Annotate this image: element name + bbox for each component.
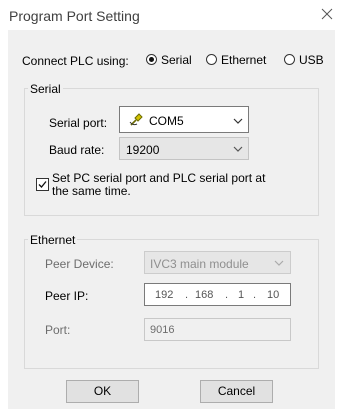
dialog-content: Connect PLC using: Serial Ethernet USB S…	[8, 30, 335, 409]
radio-serial-label: Serial	[161, 53, 192, 67]
ip-dot: .	[253, 289, 257, 301]
ip-octet-2[interactable]: 168	[195, 289, 213, 301]
port-label: Port:	[45, 323, 71, 337]
ok-button[interactable]: OK	[66, 380, 139, 403]
baud-rate-value: 19200	[126, 143, 160, 157]
radio-usb[interactable]: USB	[284, 52, 329, 68]
ip-dot: .	[185, 289, 189, 301]
serial-port-label: Serial port:	[49, 116, 108, 130]
port-value: 9016	[150, 324, 175, 336]
sync-ports-label-line2: the same time.	[52, 184, 131, 198]
serial-port-icon	[129, 113, 143, 126]
sync-ports-label-line1: Set PC serial port and PLC serial port a…	[52, 171, 266, 185]
radio-ethernet-circle[interactable]	[206, 54, 217, 65]
baud-rate-label: Baud rate:	[49, 143, 105, 157]
chevron-down-icon	[233, 146, 243, 152]
window-title: Program Port Setting	[9, 8, 140, 24]
peer-ip-input[interactable]: 192 . 168 . 1 . 10	[144, 283, 291, 306]
radio-ethernet-label: Ethernet	[221, 53, 267, 67]
serial-port-value: COM5	[149, 114, 184, 128]
sync-ports-checkbox[interactable]: Set PC serial port and PLC serial port a…	[36, 171, 306, 201]
peer-ip-label: Peer IP:	[45, 289, 89, 303]
title-bar: Program Port Setting	[0, 0, 343, 30]
ip-octet-4[interactable]: 10	[267, 289, 279, 301]
peer-device-select[interactable]: IVC3 main module	[144, 251, 291, 274]
connect-label: Connect PLC using:	[22, 54, 129, 68]
ip-octet-1[interactable]: 192	[155, 289, 173, 301]
serial-group-title: Serial	[28, 82, 63, 96]
close-icon[interactable]	[317, 4, 337, 24]
radio-usb-circle[interactable]	[284, 54, 295, 65]
ip-dot: .	[225, 289, 229, 301]
ip-octet-3[interactable]: 1	[238, 289, 244, 301]
radio-usb-label: USB	[299, 53, 324, 67]
cancel-button[interactable]: Cancel	[200, 380, 273, 403]
radio-serial[interactable]: Serial	[146, 52, 206, 68]
radio-ethernet[interactable]: Ethernet	[206, 52, 276, 68]
checkmark-icon	[38, 181, 47, 188]
port-input[interactable]: 9016	[144, 318, 291, 341]
ethernet-group-title: Ethernet	[28, 233, 78, 247]
chevron-down-icon	[274, 260, 284, 266]
serial-port-select[interactable]: COM5	[119, 106, 249, 133]
chevron-down-icon	[233, 118, 243, 124]
peer-device-label: Peer Device:	[45, 257, 114, 271]
radio-serial-circle[interactable]	[146, 54, 157, 65]
sync-ports-box[interactable]	[36, 178, 49, 191]
peer-device-value: IVC3 main module	[150, 257, 249, 271]
baud-rate-select[interactable]: 19200	[119, 137, 249, 160]
